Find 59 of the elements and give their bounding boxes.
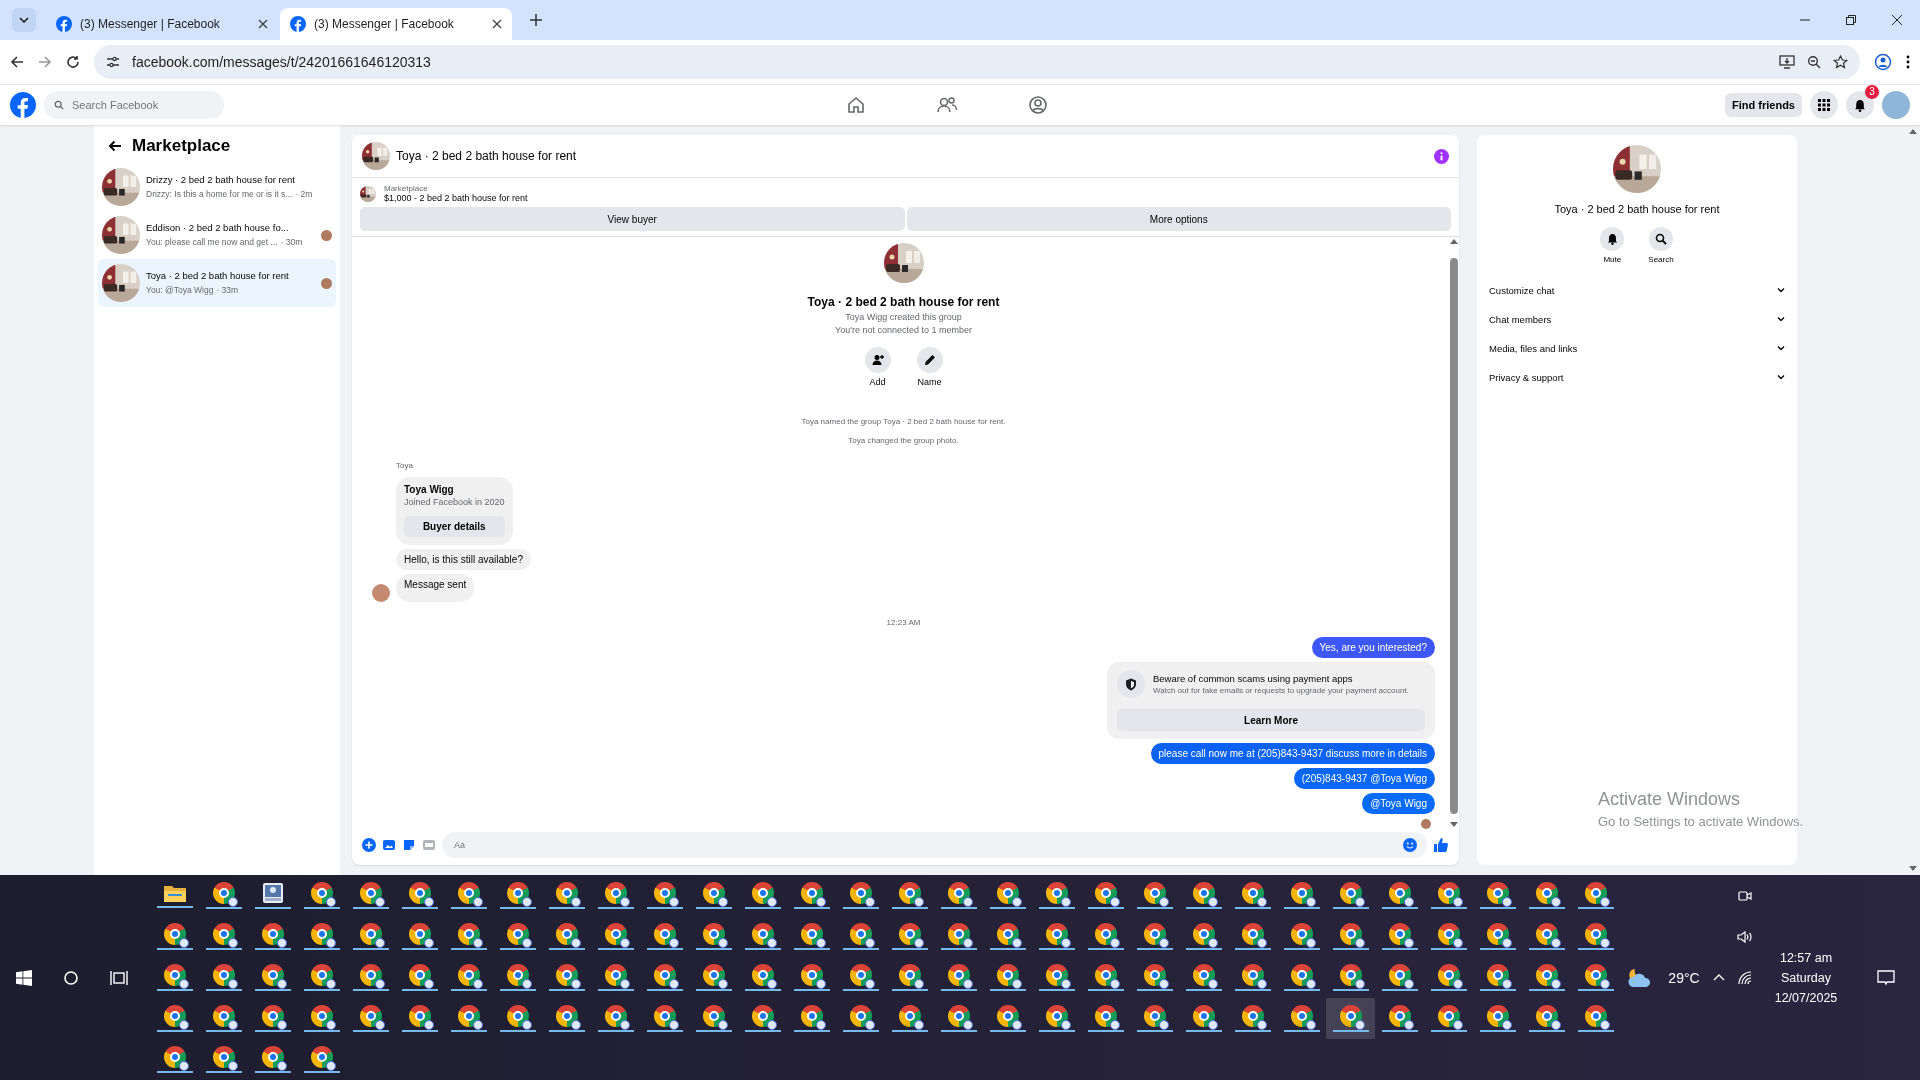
system-message: Toya changed the group photo.: [848, 436, 959, 445]
search-field[interactable]: Search Facebook: [70, 98, 200, 112]
message-preview: You: @Toya Wigg: [146, 285, 214, 296]
url-text: facebook.com/messages/t/24201661646120313: [132, 54, 432, 70]
listing-label: Marketplace: [384, 184, 429, 193]
profile-detail: Joined Facebook in 2020: [404, 497, 505, 507]
message-bubble: (205)843-9437 @Toya Wigg: [1293, 768, 1435, 789]
section-toggle[interactable]: Media, files and links: [1487, 334, 1787, 363]
message-field[interactable]: Aa: [442, 832, 1427, 858]
chat-title: Toya · 2 bed 2 bath house for rent: [396, 149, 578, 163]
sender-name: Toya: [396, 461, 414, 470]
temperature[interactable]: 29°C: [1668, 969, 1700, 986]
browser-tab[interactable]: (3) Messenger | Facebook: [46, 8, 278, 40]
conversation-title: Drizzy · 2 bed 2 bath house for rent: [146, 174, 296, 186]
listing-button[interactable]: More options: [906, 207, 1451, 231]
clock-day: Saturday: [1781, 970, 1831, 985]
listing-button[interactable]: View buyer: [360, 207, 905, 231]
find-friends-button[interactable]: Find friends: [1725, 93, 1802, 117]
group-info: Toya Wigg created this group: [845, 312, 962, 322]
section-toggle[interactable]: Chat members: [1487, 305, 1787, 334]
buyer-details-button[interactable]: Buyer details: [404, 516, 505, 537]
message-bubble: Hello, is this still available?: [396, 549, 531, 570]
group-info: You're not connected to 1 member: [835, 325, 972, 335]
timestamp: 12:23 AM: [885, 618, 922, 627]
message-bubble: @Toya Wigg: [1362, 793, 1435, 814]
clock-time: 12:57 am: [1779, 950, 1833, 965]
activation-text: Go to Settings to activate Windows.: [1598, 814, 1804, 829]
learn-more-button[interactable]: Learn More: [1117, 709, 1425, 731]
conversation-title: Eddison · 2 bed 2 bath house fo...: [146, 222, 290, 234]
conversation-title: Toya · 2 bed 2 bath house for rent: [146, 270, 290, 282]
listing-title: $1,000 - 2 bed 2 bath house for rent: [384, 193, 528, 203]
sidebar-title: Marketplace: [132, 136, 231, 156]
clock-date: 12/07/2025: [1774, 990, 1838, 1005]
message-field[interactable]: Aa: [452, 835, 1403, 855]
message-bubble: Message sent: [396, 574, 475, 602]
message-preview: Drizzy: Is this a home for me or is it s...: [146, 189, 293, 200]
clock[interactable]: 12:57 am Saturday 12/07/2025: [1774, 950, 1838, 1005]
section-toggle[interactable]: Customize chat: [1487, 276, 1787, 305]
conversation-item[interactable]: Eddison · 2 bed 2 bath house fo... You: please call me now and get ... · 30m: [98, 211, 336, 259]
message-time: · 2m: [295, 189, 313, 200]
address-bar[interactable]: facebook.com/messages/t/24201661646120313: [94, 45, 1860, 79]
conversation-item[interactable]: Toya · 2 bed 2 bath house for rent You: @Toya Wigg · 33m: [98, 259, 336, 307]
warning-text: Watch out for fake emails or requests to upgrade your payment account.: [1153, 686, 1409, 695]
browser-tab[interactable]: (3) Messenger | Facebook: [280, 8, 512, 40]
group-title: Toya · 2 bed 2 bath house for rent: [807, 295, 1000, 309]
message-time: · 33m: [216, 285, 239, 296]
section-toggle[interactable]: Privacy & support: [1487, 363, 1787, 392]
notification-count: 3: [1865, 85, 1879, 99]
warning-title: Beware of common scams using payment apps: [1153, 673, 1354, 684]
message-bubble: please call now me at (205)843-9437 discuss more in details: [1150, 743, 1435, 764]
message-time: · 30m: [280, 237, 303, 248]
message-bubble: Yes, are you interested?: [1311, 637, 1435, 658]
message-preview: You: please call me now and get ...: [146, 237, 278, 248]
conversation-item[interactable]: Drizzy · 2 bed 2 bath house for rent Drizzy: Is this a home for me or is it s... · 2m: [98, 163, 336, 211]
activation-title: Activate Windows: [1598, 789, 1742, 810]
profile-name: Toya Wigg: [404, 484, 455, 495]
system-message: Toya named the group Toya · 2 bed 2 bath house for rent.: [801, 417, 1006, 426]
search-field[interactable]: Search Facebook: [44, 91, 224, 119]
chat-title: Toya · 2 bed 2 bath house for rent: [1554, 203, 1720, 215]
